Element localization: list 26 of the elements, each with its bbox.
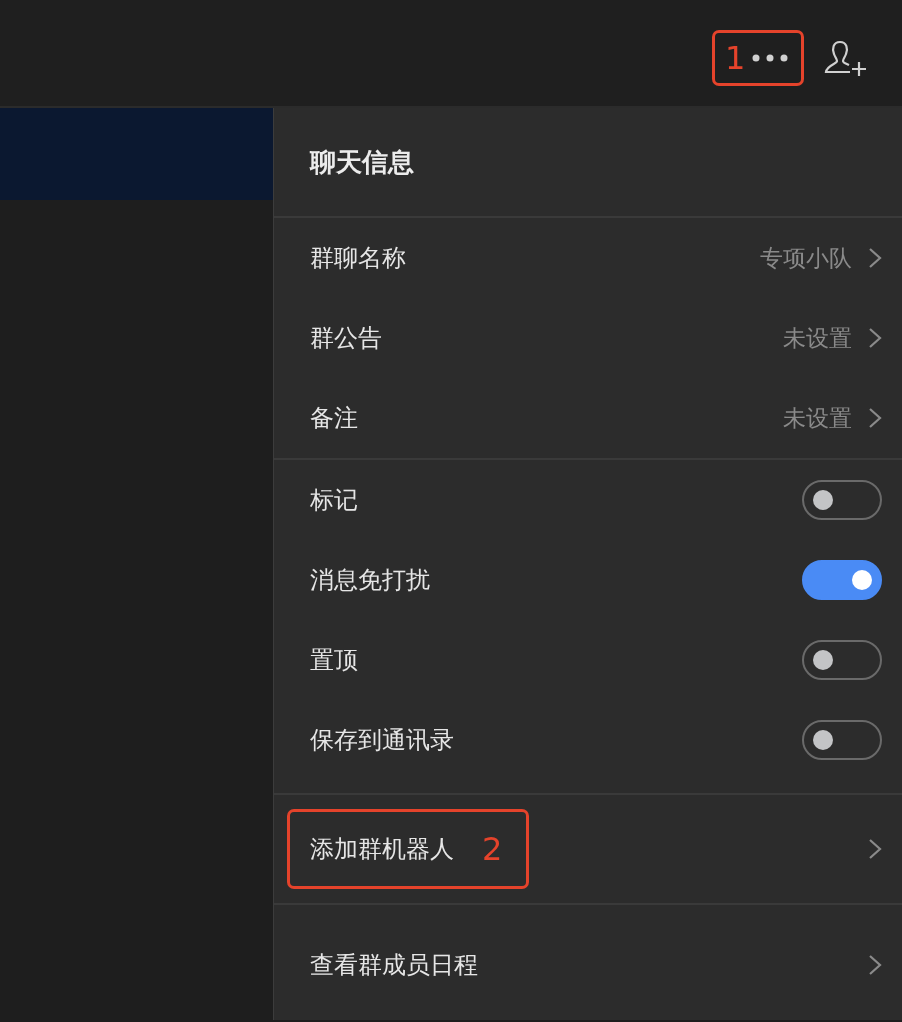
toggle-switch[interactable]: [802, 640, 882, 680]
chevron-right-icon: [868, 247, 882, 269]
row-label: 标记: [310, 485, 359, 516]
row-label: 消息免打扰: [310, 565, 431, 596]
row-label: 添加群机器人: [310, 834, 454, 865]
toggle-switch[interactable]: [802, 560, 882, 600]
more-button[interactable]: [751, 53, 790, 63]
row-label: 置顶: [310, 645, 359, 676]
row-label: 查看群成员日程: [310, 950, 479, 981]
row-label: 备注: [310, 403, 359, 434]
toggle-switch[interactable]: [802, 720, 882, 760]
panel-title: 聊天信息: [274, 108, 902, 218]
annotation-number: 1: [725, 42, 746, 74]
row-value[interactable]: 未设置: [783, 322, 852, 354]
chevron-right-icon: [868, 327, 882, 349]
chevron-right-icon: [868, 954, 882, 976]
row-label: 群公告: [310, 323, 383, 354]
row-value[interactable]: 专项小队: [760, 242, 852, 274]
add-user-icon[interactable]: [824, 39, 868, 77]
toggle-switch[interactable]: [802, 480, 882, 520]
row-value[interactable]: 未设置: [783, 402, 852, 434]
row-label: 保存到通讯录: [310, 725, 455, 756]
annotation-number: 2: [482, 833, 503, 865]
row-label: 群聊名称: [310, 243, 407, 274]
chevron-right-icon: [868, 407, 882, 429]
chevron-right-icon: [868, 838, 882, 860]
